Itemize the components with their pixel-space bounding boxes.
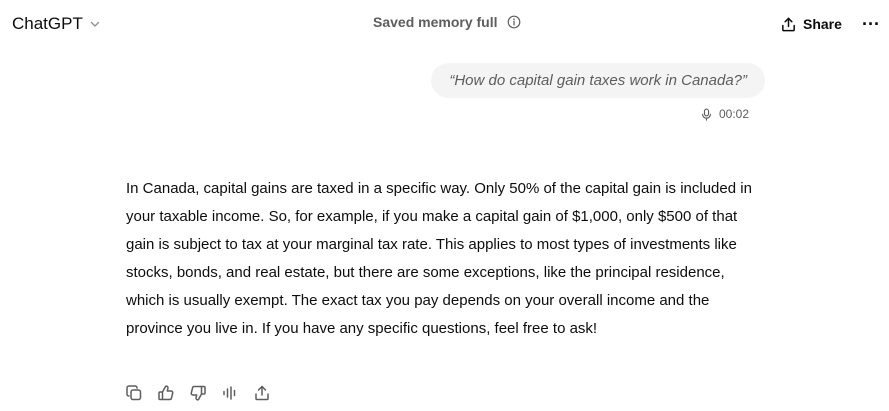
chat-page: ChatGPT Saved memory full Share ··· “How… — [0, 0, 889, 411]
read-aloud-button[interactable] — [220, 383, 240, 403]
voice-message-meta: 00:02 — [700, 107, 749, 121]
read-aloud-icon — [223, 386, 236, 400]
more-options-button[interactable]: ··· — [858, 12, 884, 36]
user-message-text: “How do capital gain taxes work in Canad… — [449, 72, 747, 89]
bad-response-button[interactable] — [188, 383, 208, 403]
share-icon — [782, 17, 795, 31]
thumbs-down-icon — [190, 385, 206, 401]
voice-duration: 00:02 — [719, 107, 750, 121]
assistant-message-text: In Canada, capital gains are taxed in a … — [126, 180, 752, 337]
share-message-button[interactable] — [252, 383, 272, 403]
model-name: ChatGPT — [12, 14, 83, 33]
assistant-message: In Canada, capital gains are taxed in a … — [126, 175, 766, 343]
top-bar: ChatGPT Saved memory full Share ··· — [0, 0, 889, 48]
info-icon — [507, 15, 520, 29]
share-icon — [255, 385, 269, 401]
copy-icon — [126, 385, 142, 401]
memory-status-label: Saved memory full — [373, 14, 498, 30]
user-message-bubble: “How do capital gain taxes work in Canad… — [431, 63, 765, 98]
more-icon: ··· — [862, 13, 880, 34]
copy-button[interactable] — [124, 383, 144, 403]
share-button[interactable]: Share — [776, 12, 846, 36]
thumbs-up-icon — [158, 385, 174, 401]
chevron-down-icon — [90, 21, 100, 27]
share-label: Share — [803, 16, 842, 32]
message-action-bar — [124, 383, 272, 403]
memory-status[interactable]: Saved memory full — [373, 14, 521, 30]
microphone-icon — [702, 108, 711, 121]
good-response-button[interactable] — [156, 383, 176, 403]
model-switcher[interactable]: ChatGPT — [6, 10, 107, 38]
